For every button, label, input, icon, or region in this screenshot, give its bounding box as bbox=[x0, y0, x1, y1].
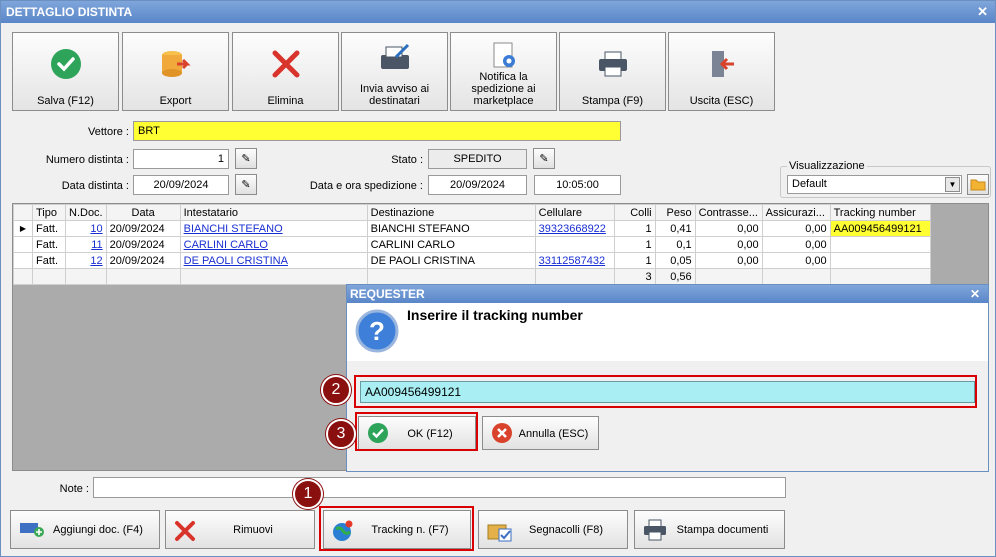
print-documents-button[interactable]: Stampa documenti bbox=[634, 510, 785, 549]
database-export-icon bbox=[123, 47, 228, 81]
dialog-title: REQUESTER bbox=[350, 287, 425, 301]
tracking-cell[interactable] bbox=[829, 252, 931, 269]
highlight-ok-button bbox=[355, 412, 478, 451]
intestatario-link[interactable]: BIANCHI STEFANO bbox=[184, 223, 283, 235]
edit-data-button[interactable]: ✎ bbox=[235, 174, 257, 195]
highlight-tracking-button bbox=[319, 506, 474, 551]
col-assicurazione[interactable]: Assicurazi... bbox=[761, 204, 831, 221]
col-colli[interactable]: Colli bbox=[613, 204, 656, 221]
edit-numero-button[interactable]: ✎ bbox=[235, 148, 257, 169]
print-button[interactable]: Stampa (F9) bbox=[559, 32, 666, 111]
printer-icon bbox=[560, 47, 665, 81]
col-tracking[interactable]: Tracking number bbox=[829, 204, 931, 221]
visualizzazione-select[interactable]: Default ▼ bbox=[787, 175, 962, 194]
stato-field: SPEDITO bbox=[428, 149, 527, 169]
totals-row: 3 0,56 bbox=[13, 268, 931, 285]
dialog-titlebar: REQUESTER ✕ bbox=[347, 285, 988, 303]
intestatario-link[interactable]: DE PAOLI CRISTINA bbox=[184, 255, 288, 267]
table-row[interactable]: ▶ Fatt. 10 20/09/2024 BIANCHI STEFANO BI… bbox=[13, 220, 931, 237]
step-badge-1: 1 bbox=[293, 479, 323, 509]
printer-pen-icon bbox=[342, 41, 447, 75]
document-gear-icon bbox=[451, 39, 556, 73]
pencil-icon: ✎ bbox=[241, 153, 251, 165]
col-ndoc[interactable]: N.Doc. bbox=[65, 204, 107, 221]
note-label: Note : bbox=[59, 483, 89, 495]
open-folder-button[interactable] bbox=[967, 174, 989, 195]
spedizione-label: Data e ora spedizione : bbox=[309, 180, 423, 192]
total-colli: 3 bbox=[613, 268, 656, 285]
question-icon: ? bbox=[355, 309, 399, 353]
col-intestatario[interactable]: Intestatario bbox=[179, 204, 368, 221]
edit-stato-button[interactable]: ✎ bbox=[533, 148, 555, 169]
check-circle-icon bbox=[13, 47, 118, 81]
stato-label: Stato : bbox=[391, 154, 423, 166]
close-icon[interactable]: ✕ bbox=[977, 1, 988, 23]
spedizione-ora-field[interactable]: 10:05:00 bbox=[534, 175, 621, 195]
dialog-message-area: ? Inserire il tracking number bbox=[347, 303, 988, 361]
documents-table: Tipo N.Doc. Data Intestatario Destinazio… bbox=[13, 204, 931, 285]
chevron-down-icon[interactable]: ▼ bbox=[945, 177, 960, 192]
data-field[interactable]: 20/09/2024 bbox=[133, 175, 229, 195]
step-badge-3: 3 bbox=[326, 419, 356, 449]
ndoc-link[interactable]: 11 bbox=[91, 239, 102, 251]
tracking-cell[interactable]: AA009456499121 bbox=[829, 220, 931, 237]
cancel-button[interactable]: Annulla (ESC) bbox=[482, 416, 599, 450]
data-label: Data distinta : bbox=[61, 180, 129, 192]
table-row[interactable]: Fatt. 11 20/09/2024 CARLINI CARLO CARLIN… bbox=[13, 236, 931, 253]
remove-button[interactable]: Rimuovi bbox=[165, 510, 315, 549]
close-icon[interactable]: ✕ bbox=[970, 285, 980, 303]
vettore-label: Vettore : bbox=[88, 126, 129, 138]
delete-button[interactable]: Elimina bbox=[232, 32, 339, 111]
ndoc-link[interactable]: 12 bbox=[90, 255, 102, 267]
visualizzazione-group: Visualizzazione Default ▼ bbox=[780, 160, 991, 198]
numero-label: Numero distinta : bbox=[45, 154, 129, 166]
total-peso: 0,56 bbox=[654, 268, 696, 285]
intestatario-link[interactable]: CARLINI CARLO bbox=[184, 239, 268, 251]
notify-marketplace-button[interactable]: Notifica la spedizione ai marketplace bbox=[450, 32, 557, 111]
exit-button[interactable]: Uscita (ESC) bbox=[668, 32, 775, 111]
visualizzazione-label: Visualizzazione bbox=[787, 160, 867, 172]
ndoc-link[interactable]: 10 bbox=[90, 223, 102, 235]
dialog-message: Inserire il tracking number bbox=[407, 307, 583, 323]
save-button[interactable]: Salva (F12) bbox=[12, 32, 119, 111]
folder-icon bbox=[970, 179, 986, 191]
cancel-circle-icon bbox=[492, 423, 512, 443]
col-tipo[interactable]: Tipo bbox=[32, 204, 66, 221]
tracking-cell[interactable] bbox=[829, 236, 931, 253]
cellulare-link[interactable]: 33112587432 bbox=[539, 255, 605, 267]
col-destinazione[interactable]: Destinazione bbox=[366, 204, 536, 221]
svg-text:?: ? bbox=[369, 316, 385, 346]
exit-door-icon bbox=[669, 47, 774, 81]
segnacolli-button[interactable]: Segnacolli (F8) bbox=[478, 510, 628, 549]
numero-field[interactable]: 1 bbox=[133, 149, 229, 169]
export-button[interactable]: Export bbox=[122, 32, 229, 111]
red-x-icon bbox=[233, 47, 338, 81]
note-field[interactable] bbox=[93, 477, 786, 498]
step-badge-2: 2 bbox=[321, 375, 351, 405]
row-indicator-header bbox=[13, 204, 33, 221]
spedizione-data-field[interactable]: 20/09/2024 bbox=[428, 175, 527, 195]
vettore-field[interactable]: BRT bbox=[133, 121, 621, 141]
table-row[interactable]: Fatt. 12 20/09/2024 DE PAOLI CRISTINA DE… bbox=[13, 252, 931, 269]
window-title: DETTAGLIO DISTINTA bbox=[6, 5, 133, 19]
printer-icon bbox=[644, 519, 666, 541]
col-peso[interactable]: Peso bbox=[654, 204, 696, 221]
col-data[interactable]: Data bbox=[105, 204, 181, 221]
pencil-icon: ✎ bbox=[539, 153, 549, 165]
highlight-tracking-input bbox=[354, 375, 977, 408]
send-notice-button[interactable]: Invia avviso ai destinatari bbox=[341, 32, 448, 111]
col-cellulare[interactable]: Cellulare bbox=[534, 204, 615, 221]
red-x-icon bbox=[175, 521, 195, 541]
main-window: DETTAGLIO DISTINTA ✕ Salva (F12) Export … bbox=[0, 0, 996, 557]
col-contrassegno[interactable]: Contrasse... bbox=[694, 204, 763, 221]
cellulare-link[interactable]: 39323668922 bbox=[539, 223, 606, 235]
window-titlebar: DETTAGLIO DISTINTA ✕ bbox=[1, 1, 995, 23]
pencil-icon: ✎ bbox=[241, 179, 251, 191]
current-row-arrow-icon: ▶ bbox=[13, 220, 33, 237]
add-document-button[interactable]: Aggiungi doc. (F4) bbox=[10, 510, 160, 549]
